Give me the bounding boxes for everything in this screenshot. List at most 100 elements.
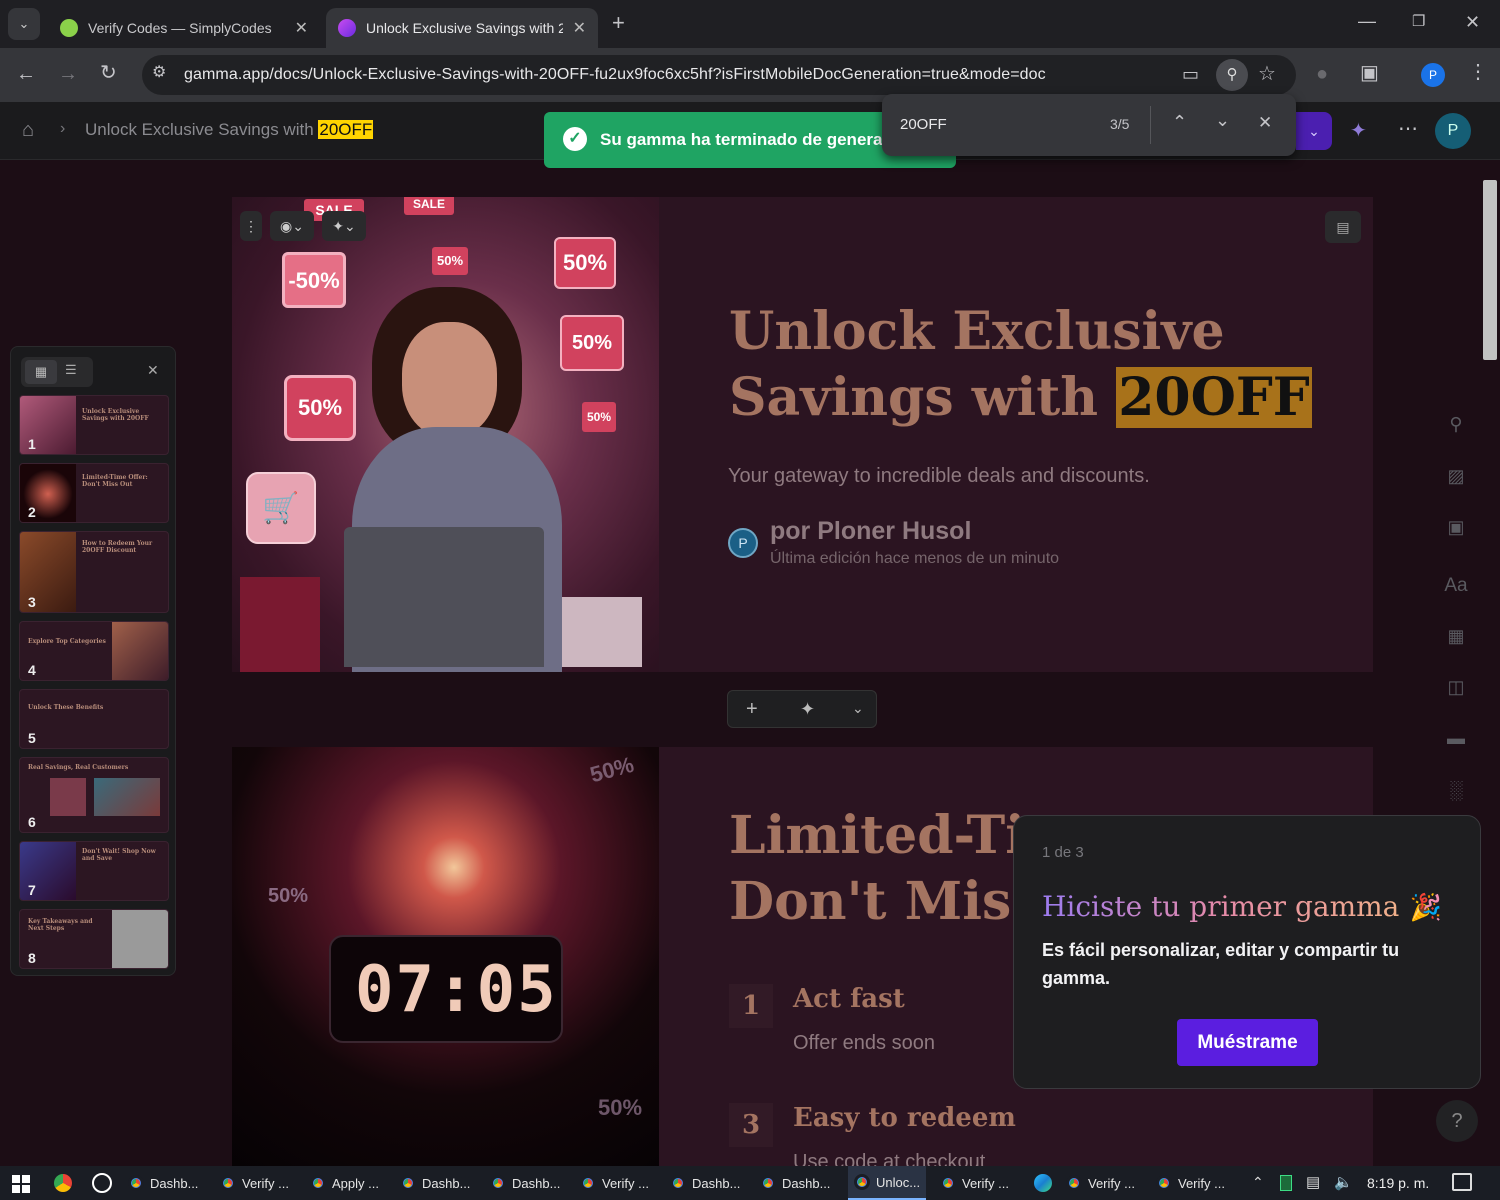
minimize-window-icon[interactable]: — (1358, 12, 1376, 30)
bookmark-star-icon[interactable]: ☆ (1258, 64, 1276, 84)
layout-icon[interactable]: ▣ (1444, 517, 1468, 541)
site-info-icon[interactable]: ⚙ (152, 65, 166, 81)
taskbar-window[interactable]: Dashb... (490, 1166, 560, 1200)
thumb-title: Real Savings, Real Customers (28, 764, 129, 771)
profile-avatar[interactable]: P (1421, 63, 1445, 87)
back-arrow-icon[interactable]: ← (16, 64, 36, 84)
notifications-icon[interactable] (1452, 1173, 1472, 1191)
chevron-down-icon[interactable]: ⌄ (852, 700, 864, 717)
close-panel-icon[interactable]: ✕ (147, 362, 159, 379)
card-menu-button[interactable]: ⋮ (240, 211, 262, 241)
more-options-icon[interactable]: ⋯ (1398, 119, 1418, 139)
popover-title: Hiciste tu primer gamma 🎉 (1042, 890, 1443, 923)
reload-icon[interactable]: ↻ (100, 63, 117, 83)
find-highlight-active: 20OFF (1116, 367, 1312, 428)
add-card-icon[interactable]: ▨ (1444, 466, 1468, 490)
show-me-button[interactable]: Muéstrame (1177, 1019, 1318, 1066)
thumbnail-card[interactable]: Limited-Time Offer: Don't Miss Out 2 (19, 463, 169, 523)
taskbar-window[interactable]: Apply ... (310, 1166, 379, 1200)
find-input[interactable] (892, 108, 1092, 140)
taskbar-window[interactable]: Dashb... (760, 1166, 830, 1200)
thumbnail-card[interactable]: Unlock Exclusive Savings with 20OFF 1 (19, 395, 169, 455)
taskbar-window[interactable]: Verify ... (940, 1166, 1009, 1200)
find-close-icon[interactable]: ✕ (1258, 113, 1272, 133)
extensions-puzzle-icon[interactable]: ▣ (1360, 63, 1379, 83)
drag-handle-icon: ⋮ (244, 218, 258, 234)
breadcrumb[interactable]: Unlock Exclusive Savings with 20OFF (85, 120, 374, 140)
install-app-icon[interactable]: ▭ (1182, 65, 1199, 83)
find-next-icon[interactable]: ⌄ (1215, 110, 1230, 131)
extension-icon[interactable]: ● (1316, 64, 1328, 84)
popover-body: Es fácil personalizar, editar y comparti… (1042, 940, 1400, 988)
shopping-bag-shape (240, 577, 320, 672)
thumbnail-card[interactable]: How to Redeem Your 20OFF Discount 3 (19, 531, 169, 613)
close-tab-icon[interactable]: ✕ (573, 18, 586, 38)
taskbar-window[interactable]: Verify ... (580, 1166, 649, 1200)
close-window-icon[interactable]: ✕ (1465, 13, 1480, 31)
thumbnail-card[interactable]: Real Savings, Real Customers 6 (19, 757, 169, 833)
find-in-page-icon[interactable]: ⚲ (1216, 59, 1248, 91)
user-avatar[interactable]: P (1435, 113, 1471, 149)
list-item[interactable]: 3 Easy to redeem Use code at checkout (729, 1103, 1029, 1166)
forward-arrow-icon[interactable]: → (58, 64, 78, 84)
address-bar[interactable]: ⚙ gamma.app/docs/Unlock-Exclusive-Saving… (142, 55, 1296, 95)
tab-search-button[interactable]: ⌄ (8, 8, 40, 40)
party-popper-icon: 🎉 (1409, 892, 1443, 922)
more-menu-icon[interactable]: ⋮ (1468, 62, 1488, 82)
taskbar-window[interactable]: Verify ... (220, 1166, 289, 1200)
grid-view-icon[interactable]: ▦ (25, 360, 57, 384)
list-view-icon[interactable]: ☰ (65, 362, 77, 378)
image-icon[interactable]: ▦ (1444, 626, 1468, 650)
thumbnail-card[interactable]: Unlock These Benefits 5 (19, 689, 169, 749)
clock-time[interactable]: 8:19 p. m. (1367, 1175, 1429, 1191)
chrome-icon[interactable] (54, 1174, 72, 1192)
thumbnail-card[interactable]: Explore Top Categories 4 (19, 621, 169, 681)
chart-icon[interactable]: ░ (1444, 780, 1468, 804)
whatsapp-icon[interactable] (92, 1173, 112, 1193)
search-icon[interactable]: ⚲ (1444, 414, 1468, 438)
battery-icon[interactable] (1280, 1175, 1292, 1191)
thumbnail-card[interactable]: Key Takeaways and Next Steps 8 (19, 909, 169, 969)
edge-icon[interactable] (1034, 1174, 1052, 1192)
tab-unlock-savings[interactable]: Unlock Exclusive Savings with 2 ✕ (326, 8, 598, 48)
taskbar-window[interactable]: Verify ... (1066, 1166, 1135, 1200)
close-tab-icon[interactable]: ✕ (295, 18, 308, 38)
title-line-2: Savings with 20OFF (729, 367, 1312, 428)
new-tab-plus-icon[interactable]: + (612, 12, 625, 34)
windows-start-icon[interactable] (12, 1175, 30, 1193)
card-title-slide[interactable]: SALE SALE -50% 50% 50% 50% 50% 50% 🛒 ⋮ ◉… (232, 197, 1373, 672)
home-icon[interactable]: ⌂ (22, 120, 34, 140)
ai-sparkle-icon[interactable]: ✦ (1350, 121, 1367, 141)
card-theme-button[interactable]: ◉⌄ (270, 211, 314, 241)
add-card-plus-icon[interactable]: + (746, 698, 758, 721)
embed-icon[interactable]: ▬ (1444, 728, 1468, 752)
taskbar-window[interactable]: Dashb... (670, 1166, 740, 1200)
taskbar-window[interactable]: Verify ... (1156, 1166, 1225, 1200)
video-icon[interactable]: ◫ (1444, 677, 1468, 701)
help-button[interactable]: ? (1436, 1100, 1478, 1142)
restore-window-icon[interactable]: ❐ (1412, 14, 1425, 29)
author-avatar: P (728, 528, 758, 558)
card-title[interactable]: Unlock Exclusive Savings with 20OFF (729, 299, 1312, 431)
tray-chevron-icon[interactable]: ⌃ (1252, 1174, 1264, 1191)
volume-icon[interactable]: 🔈 (1334, 1173, 1353, 1191)
card-subtitle[interactable]: Your gateway to incredible deals and dis… (728, 465, 1150, 488)
text-style-icon[interactable]: Aa (1444, 575, 1468, 599)
find-previous-icon[interactable]: ⌃ (1172, 112, 1187, 133)
cart-badge: 🛒 (246, 472, 316, 544)
scrollbar-thumb[interactable] (1483, 180, 1497, 360)
taskbar-window-active[interactable]: Unloc... (848, 1166, 927, 1200)
taskbar-window[interactable]: Dashb... (400, 1166, 470, 1200)
network-icon[interactable]: ▤ (1306, 1173, 1320, 1191)
add-ai-card-icon[interactable]: ✦ (800, 699, 815, 720)
card-ai-button[interactable]: ✦⌄ (322, 211, 366, 241)
thumb-image (112, 910, 168, 968)
share-dropdown-button[interactable]: ⌄ (1296, 112, 1332, 150)
list-item[interactable]: 1 Act fast Offer ends soon (729, 984, 1029, 1074)
thumbnail-card[interactable]: Don't Wait! Shop Now and Save 7 (19, 841, 169, 901)
tab-verify-codes[interactable]: Verify Codes — SimplyCodes ✕ (48, 8, 320, 48)
taskbar-window[interactable]: Dashb... (128, 1166, 198, 1200)
card-title[interactable]: Limited-Ti Don't Miss (729, 803, 1041, 935)
card-notes-button[interactable]: ▤ (1325, 211, 1361, 243)
chrome-icon (490, 1175, 506, 1191)
